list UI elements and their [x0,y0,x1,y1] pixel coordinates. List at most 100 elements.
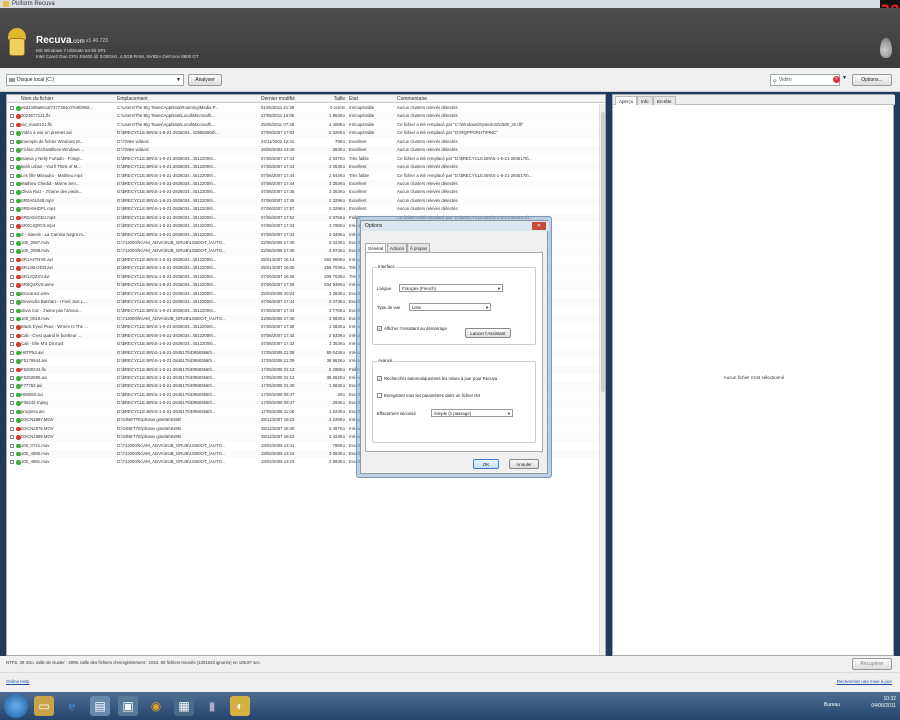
table-row[interactable]: vid_max0121.flv C:\Users\The Big Tower\Ap… [7,121,603,129]
auto-update-checkbox[interactable]: ✓ [377,376,382,381]
column-header-state[interactable]: Etat [349,95,393,103]
row-checkbox[interactable] [10,367,14,372]
table-row[interactable]: Vidéo à voir en premier.avi D:\$RECYCLE.B… [7,129,603,138]
table-row[interactable]: SR0A0L048.mp4 D:\$RECYCLE.BIN\S-1-5-21-28… [7,196,603,206]
row-checkbox[interactable] [10,384,14,389]
row-checkbox[interactable] [10,181,14,186]
cancel-button[interactable]: Annuler [509,459,539,469]
launch-wizard-button[interactable]: Lancer l'Assistant [465,328,511,338]
secure-erase-select[interactable]: Simple (1 passage) ▼ [431,409,513,417]
column-header-date[interactable]: Dernier modifié [261,95,319,103]
view-type-select[interactable]: Liste ▼ [409,303,491,311]
table-row[interactable]: keith urban - You'll Think of M... D:\$RE… [7,163,603,172]
display-icon[interactable]: ▦ [174,696,194,716]
row-checkbox[interactable] [10,283,14,288]
row-checkbox[interactable] [10,139,14,144]
online-help-link[interactable]: Online Help [6,679,30,684]
row-checkbox[interactable] [10,401,14,406]
desktop-label[interactable]: Bureau [824,702,840,708]
row-checkbox[interactable] [10,460,14,465]
table-row[interactable]: SR0A8HDPL.mp4 D:\$RECYCLE.BIN\S-1-5-21-28… [7,205,603,213]
check-updates-link[interactable]: Rechercher une mise à jour [837,679,892,684]
row-checkbox[interactable] [10,359,14,364]
row-checkbox[interactable] [10,443,14,448]
save-ini-checkbox[interactable] [377,393,382,398]
row-checkbox[interactable] [10,131,14,136]
row-checkbox[interactable] [10,300,14,305]
row-checkbox[interactable] [10,418,14,423]
row-checkbox[interactable] [10,241,14,245]
tool-icon[interactable]: ▮ [202,696,222,716]
tab-actions[interactable]: Actions [387,243,408,252]
table-row[interactable]: Mathieu Chedid - Marne Sen... D:\$RECYCLE… [7,179,603,189]
recuva-taskbar-icon[interactable]: ◐ [230,696,250,716]
row-checkbox[interactable] [10,342,14,347]
row-checkbox[interactable] [10,266,14,271]
internet-explorer-icon[interactable]: e [62,696,82,716]
row-checkbox[interactable] [10,173,14,178]
row-checkbox[interactable] [10,190,14,195]
row-checkbox[interactable] [10,156,14,161]
row-checkbox[interactable] [10,207,14,212]
row-checkbox[interactable] [10,249,14,254]
search-options-chevron-icon[interactable]: ▼ [842,75,847,81]
language-select[interactable]: Français (French) ▼ [399,284,503,292]
row-checkbox[interactable] [10,165,14,170]
options-button[interactable]: Options... [852,74,892,86]
table-row[interactable]: Les fille Mitsouko - Mathieu.mp4 D:\$RECY… [7,172,603,180]
chrome-icon[interactable]: ◉ [146,696,166,716]
ok-button[interactable]: OK [473,459,499,469]
row-checkbox[interactable] [10,392,14,397]
row-checkbox[interactable] [10,325,14,330]
media-icon[interactable]: ▣ [118,696,138,716]
explorer-icon[interactable]: ▤ [90,696,110,716]
row-checkbox[interactable] [10,308,14,313]
column-header-name[interactable]: Nom du fichier [21,95,115,103]
table-row[interactable]: Exemple de fichier Windows M... D:\7\Mes … [7,138,603,146]
scan-button[interactable]: Analyser [188,74,222,86]
close-icon[interactable]: ✕ [532,222,546,230]
column-header-path[interactable]: Emplacement [117,95,257,103]
row-checkbox[interactable] [10,426,14,431]
row-checkbox[interactable] [10,257,14,262]
row-checkbox[interactable] [10,451,14,456]
row-checkbox[interactable] [10,333,14,338]
row-checkbox[interactable] [10,198,14,203]
row-checkbox[interactable] [10,316,14,321]
tab-preview[interactable]: Aperçu [615,96,638,105]
column-header-size[interactable]: Taille [321,95,345,103]
clear-search-icon[interactable]: × [833,76,840,83]
tab-info[interactable]: Info [637,96,653,105]
window-titlebar[interactable]: Piriform Recuva [0,0,900,8]
search-input[interactable]: ⚲ Vidéo [770,74,840,86]
row-checkbox[interactable] [10,291,14,296]
file-list-scrollbar[interactable] [599,104,605,655]
folder-icon[interactable]: ▭ [34,696,54,716]
row-checkbox[interactable] [10,106,14,110]
table-row[interactable]: Isaeva y Nelly Furtado - Fotogr... D:\$RE… [7,155,603,163]
row-checkbox[interactable] [10,435,14,440]
show-wizard-checkbox[interactable]: ✓ [377,326,382,331]
table-row[interactable]: 0023677121.flv C:\Users\The Big Tower\App… [7,112,603,121]
row-checkbox[interactable] [10,409,14,414]
tab-about[interactable]: À propos [407,243,431,252]
row-checkbox[interactable] [10,376,14,380]
recover-button[interactable]: Récupérer [852,658,892,670]
row-checkbox[interactable] [10,215,14,220]
drive-select[interactable]: Disque local (C:) ▼ [6,74,184,86]
table-row[interactable]: Olivia Ruiz - J'traine des pieds... D:\$R… [7,188,603,196]
row-checkbox[interactable] [10,114,14,119]
column-header-comment[interactable]: Commentaire [397,95,593,103]
clock[interactable]: 10:32 04/06/2011 [871,696,896,716]
row-checkbox[interactable] [10,232,14,237]
row-checkbox[interactable] [10,224,14,229]
table-row[interactable]: e5d23d5a8ecaf7377384c07e8D98a... C:\Users… [7,104,603,112]
table-row[interactable]: Fichier d'échantillons Windows ... D:\7\M… [7,146,603,155]
row-checkbox[interactable] [10,148,14,153]
start-button[interactable] [4,694,28,718]
row-checkbox[interactable] [10,274,14,279]
tab-general[interactable]: Général [365,243,387,252]
row-checkbox[interactable] [10,350,14,355]
dialog-title[interactable]: Options [361,221,549,231]
row-checkbox[interactable] [10,122,14,127]
